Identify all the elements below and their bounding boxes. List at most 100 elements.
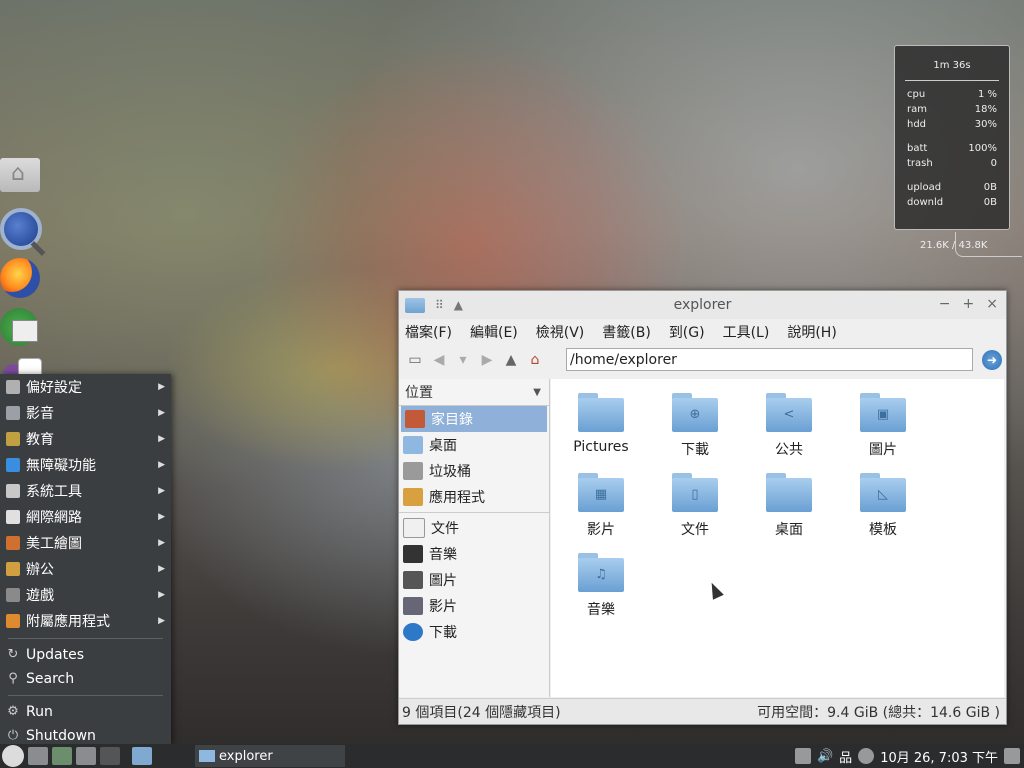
sidebar-item[interactable]: 文件 — [399, 515, 549, 541]
menu-category[interactable]: 遊戲 ▶ — [0, 582, 171, 608]
chevron-right-icon: ▶ — [158, 434, 165, 444]
update-icon[interactable] — [858, 748, 875, 764]
menu-category[interactable]: 無障礙功能 ▶ — [0, 452, 171, 478]
trash-icon[interactable] — [1004, 748, 1020, 764]
free-space: 可用空間：9.4 GiB (總共：14.6 GiB ) — [757, 704, 1000, 721]
menu-category-label: 偏好設定 — [26, 380, 82, 396]
chevron-right-icon: ▶ — [158, 408, 165, 418]
graphics-icon — [6, 536, 20, 550]
menu-category[interactable]: 系統工具 ▶ — [0, 478, 171, 504]
notes-launcher[interactable] — [0, 308, 42, 350]
minimize-icon[interactable]: − — [939, 296, 951, 312]
monitor-value: 0B — [983, 197, 997, 208]
network-icon[interactable]: 品 — [839, 747, 852, 766]
clock[interactable]: 10月 26, 7:03 下午 — [880, 747, 998, 766]
sidebar-item[interactable]: 音樂 — [399, 541, 549, 567]
sidebar-item-label: 文件 — [431, 521, 459, 537]
sidebar-item[interactable]: 應用程式 — [399, 484, 549, 510]
folder-label: Pictures — [573, 439, 629, 455]
sidebar-item[interactable]: 下載 — [399, 619, 549, 645]
terminal-icon[interactable] — [52, 747, 72, 765]
menu-category[interactable]: 網際網路 ▶ — [0, 504, 171, 530]
item-count: 9 個項目(24 個隱藏項目) — [402, 704, 561, 721]
folder-item[interactable]: ⊕ 下載 — [655, 393, 735, 459]
window-menu-icon[interactable]: ⠿ — [435, 298, 444, 312]
trash-icon — [403, 462, 423, 480]
folder-item[interactable]: < 公共 — [749, 393, 829, 459]
menu-category[interactable]: 附屬應用程式 ▶ — [0, 608, 171, 634]
sidebar-header[interactable]: 位置 ▼ — [399, 379, 549, 406]
file-cabinet-icon[interactable] — [28, 747, 48, 765]
up-icon[interactable]: ▲ — [499, 352, 523, 368]
search-launcher[interactable] — [0, 208, 42, 250]
menu-category[interactable]: 美工繪圖 ▶ — [0, 530, 171, 556]
window-titlebar[interactable]: ⠿ ▲ explorer − + × — [399, 291, 1006, 319]
upload-icon[interactable] — [100, 747, 120, 765]
menu-action-label: Updates — [26, 647, 84, 663]
menu-item[interactable]: 工具(L) — [723, 322, 770, 342]
monitor-row: cpu 1 % — [895, 89, 1009, 104]
file-manager-window: ⠿ ▲ explorer − + × 檔案(F) 編輯(E) 檢視(V) 書籤(B) 到… — [398, 290, 1007, 725]
menu-action[interactable]: ⚲ Search — [0, 667, 171, 691]
picture-icon — [403, 571, 423, 589]
window-title: explorer — [673, 297, 732, 313]
menu-item[interactable]: 檢視(V) — [536, 322, 585, 342]
chevron-right-icon: ▶ — [158, 590, 165, 600]
monitor-row: hdd 30% — [895, 119, 1009, 134]
forward-icon[interactable]: ▶ — [475, 352, 499, 368]
download-icon — [403, 623, 423, 641]
logout-icon[interactable] — [794, 748, 811, 764]
sidebar-item[interactable]: 影片 — [399, 593, 549, 619]
folder-label: 圖片 — [869, 442, 897, 458]
sidebar-item[interactable]: 圖片 — [399, 567, 549, 593]
chevron-right-icon: ▶ — [158, 512, 165, 522]
back-icon[interactable]: ◀ — [427, 352, 451, 368]
menu-bar: 檔案(F) 編輯(E) 檢視(V) 書籤(B) 到(G) 工具(L) 說明(H) — [399, 319, 1006, 345]
folder-item[interactable]: ◺ 模板 — [843, 473, 923, 539]
volume-icon[interactable]: 🔊 — [817, 749, 833, 764]
folder-icon: < — [766, 393, 812, 433]
taskbar: explorer 🔊 品 10月 26, 7:03 下午 — [0, 744, 1024, 768]
menu-item[interactable]: 書籤(B) — [602, 322, 651, 342]
monitor-key: upload — [907, 182, 942, 193]
taskbar-task-explorer[interactable]: explorer — [195, 745, 345, 767]
folder-item[interactable]: ▯ 文件 — [655, 473, 735, 539]
sidebar-separator — [399, 512, 549, 513]
menu-action[interactable]: ↻ Updates — [0, 643, 171, 667]
sidebar-item[interactable]: 家目錄 — [401, 406, 547, 432]
folder-glyph: ◺ — [878, 487, 888, 502]
menu-category[interactable]: 辦公 ▶ — [0, 556, 171, 582]
menu-category[interactable]: 教育 ▶ — [0, 426, 171, 452]
menu-category[interactable]: 影音 ▶ — [0, 400, 171, 426]
menu-category[interactable]: 偏好設定 ▶ — [0, 374, 171, 400]
history-down-icon[interactable]: ▾ — [451, 352, 475, 368]
folder-item[interactable]: ♫ 音樂 — [561, 553, 641, 619]
new-tab-icon[interactable]: ▭ — [403, 352, 427, 368]
folder-item[interactable]: ▦ 影片 — [561, 473, 641, 539]
start-menu-icon[interactable] — [2, 745, 24, 767]
windows-icon[interactable] — [76, 747, 96, 765]
show-desktop-icon[interactable] — [132, 747, 152, 765]
menu-category-label: 影音 — [26, 406, 54, 422]
folder-item[interactable]: ▣ 圖片 — [843, 393, 923, 459]
sidebar-item[interactable]: 桌面 — [399, 432, 549, 458]
close-icon[interactable]: × — [986, 296, 998, 312]
shade-up-icon[interactable]: ▲ — [454, 298, 463, 312]
menu-category-label: 附屬應用程式 — [26, 614, 110, 630]
firefox-launcher[interactable] — [0, 258, 42, 300]
folder-label: 公共 — [775, 442, 803, 458]
sidebar-item[interactable]: 垃圾桶 — [399, 458, 549, 484]
location-input[interactable]: /home/explorer — [566, 348, 973, 371]
menu-item[interactable]: 說明(H) — [787, 322, 836, 342]
maximize-icon[interactable]: + — [963, 296, 975, 312]
sidebar-item-label: 家目錄 — [431, 412, 473, 428]
menu-item[interactable]: 檔案(F) — [405, 322, 452, 342]
home-folder-launcher[interactable] — [0, 158, 42, 200]
folder-item[interactable]: 桌面 — [749, 473, 829, 539]
menu-item[interactable]: 到(G) — [669, 322, 705, 342]
folder-item[interactable]: Pictures — [561, 393, 641, 455]
menu-action[interactable]: ⚙ Run — [0, 700, 171, 724]
menu-item[interactable]: 編輯(E) — [470, 322, 518, 342]
home-icon[interactable]: ⌂ — [523, 352, 547, 368]
go-icon[interactable]: ➜ — [982, 350, 1002, 370]
